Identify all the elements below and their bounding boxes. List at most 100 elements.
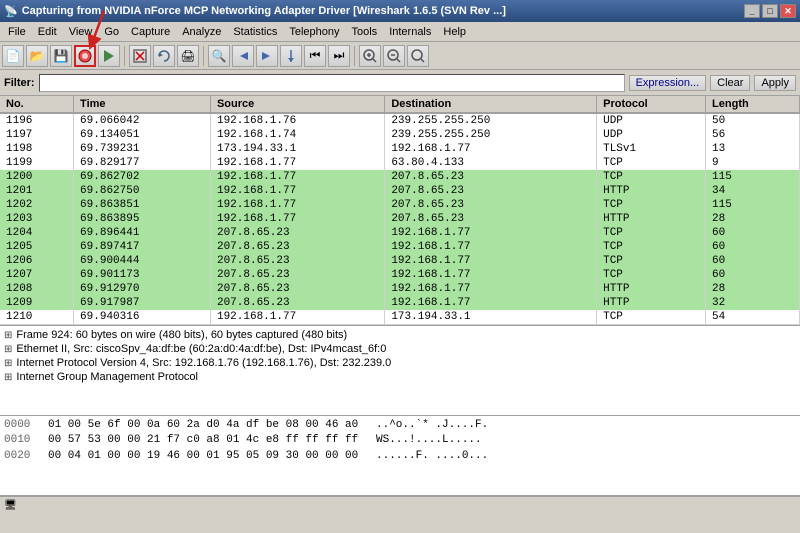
table-row[interactable]: 119669.066042192.168.1.76239.255.255.250… <box>0 113 800 128</box>
title-controls[interactable]: _ □ ✕ <box>744 4 796 18</box>
cell-source: 192.168.1.77 <box>210 212 384 226</box>
filter-label: Filter: <box>4 77 35 89</box>
expand-icon[interactable]: ⊞ <box>4 372 12 383</box>
cell-time: 69.829177 <box>74 156 211 170</box>
toolbar-close-file-btn[interactable] <box>129 45 151 67</box>
menu-analyze[interactable]: Analyze <box>176 24 227 40</box>
maximize-button[interactable]: □ <box>762 4 778 18</box>
menu-go[interactable]: Go <box>98 24 125 40</box>
toolbar-first-btn[interactable]: ⏮ <box>304 45 326 67</box>
col-no[interactable]: No. <box>0 96 74 113</box>
table-row[interactable]: 120169.862750192.168.1.77207.8.65.23HTTP… <box>0 184 800 198</box>
table-row[interactable]: 119969.829177192.168.1.7763.80.4.133TCP9 <box>0 156 800 170</box>
cell-length: 54 <box>706 310 800 324</box>
toolbar-fwd-btn[interactable] <box>256 45 278 67</box>
cell-time: 69.862750 <box>74 184 211 198</box>
cell-destination: 207.8.65.23 <box>385 170 597 184</box>
cell-protocol: TCP <box>597 198 706 212</box>
toolbar-zoom-fit-btn[interactable] <box>407 45 429 67</box>
forward-icon <box>260 49 274 63</box>
menu-statistics[interactable]: Statistics <box>227 24 283 40</box>
filter-clear-button[interactable]: Clear <box>710 75 750 91</box>
cell-protocol: TCP <box>597 226 706 240</box>
cell-time: 69.896441 <box>74 226 211 240</box>
menu-help[interactable]: Help <box>437 24 472 40</box>
detail-row[interactable]: ⊞Frame 924: 60 bytes on wire (480 bits),… <box>2 328 798 342</box>
expand-icon[interactable]: ⊞ <box>4 358 12 369</box>
minimize-button[interactable]: _ <box>744 4 760 18</box>
cell-protocol: HTTP <box>597 282 706 296</box>
toolbar-print-btn[interactable]: 🖨 <box>177 45 199 67</box>
expand-icon[interactable]: ⊞ <box>4 330 12 341</box>
toolbar-start-capture-btn[interactable] <box>98 45 120 67</box>
table-row[interactable]: 120069.862702192.168.1.77207.8.65.23TCP1… <box>0 170 800 184</box>
table-row[interactable]: 120669.900444207.8.65.23192.168.1.77TCP6… <box>0 254 800 268</box>
toolbar-last-btn[interactable]: ⏭ <box>328 45 350 67</box>
table-row[interactable]: 121069.940316192.168.1.77173.194.33.1TCP… <box>0 310 800 324</box>
table-row[interactable]: 120869.912970207.8.65.23192.168.1.77HTTP… <box>0 282 800 296</box>
cell-destination: 207.8.65.23 <box>385 198 597 212</box>
cell-no: 1197 <box>0 128 74 142</box>
table-row[interactable]: 120269.863851192.168.1.77207.8.65.23TCP1… <box>0 198 800 212</box>
packet-table-container[interactable]: No. Time Source Destination Protocol Len… <box>0 96 800 326</box>
close-button[interactable]: ✕ <box>780 4 796 18</box>
cell-protocol: TCP <box>597 310 706 324</box>
toolbar-capture-opts-btn[interactable] <box>74 45 96 67</box>
hex-bytes: 00 57 53 00 00 21 f7 c0 a8 01 4c e8 ff f… <box>48 433 368 448</box>
toolbar-zoom-in-btn[interactable] <box>359 45 381 67</box>
cell-source: 207.8.65.23 <box>210 296 384 310</box>
toolbar-sep2 <box>203 46 204 66</box>
toolbar-find-btn[interactable]: 🔍 <box>208 45 230 67</box>
filter-input[interactable] <box>39 74 625 92</box>
detail-row[interactable]: ⊞Internet Protocol Version 4, Src: 192.1… <box>2 356 798 370</box>
table-row[interactable]: 120369.863895192.168.1.77207.8.65.23HTTP… <box>0 212 800 226</box>
status-text: 🖥 <box>4 500 17 511</box>
cell-destination: 192.168.1.77 <box>385 254 597 268</box>
menu-file[interactable]: File <box>2 24 32 40</box>
table-row[interactable]: 120769.901173207.8.65.23192.168.1.77TCP6… <box>0 268 800 282</box>
menu-view[interactable]: View <box>63 24 99 40</box>
toolbar-goto-btn[interactable] <box>280 45 302 67</box>
table-row[interactable]: 120969.917987207.8.65.23192.168.1.77HTTP… <box>0 296 800 310</box>
cell-length: 60 <box>706 240 800 254</box>
toolbar-zoom-out-btn[interactable] <box>383 45 405 67</box>
col-time[interactable]: Time <box>74 96 211 113</box>
col-protocol[interactable]: Protocol <box>597 96 706 113</box>
toolbar-save-btn[interactable]: 💾 <box>50 45 72 67</box>
cell-time: 69.901173 <box>74 268 211 282</box>
menu-tools[interactable]: Tools <box>346 24 384 40</box>
col-destination[interactable]: Destination <box>385 96 597 113</box>
table-row[interactable]: 120469.896441207.8.65.23192.168.1.77TCP6… <box>0 226 800 240</box>
menu-telephony[interactable]: Telephony <box>283 24 345 40</box>
menu-edit[interactable]: Edit <box>32 24 63 40</box>
menu-internals[interactable]: Internals <box>383 24 437 40</box>
filter-expression-button[interactable]: Expression... <box>629 75 707 91</box>
cell-length: 50 <box>706 113 800 128</box>
toolbar-open-btn[interactable]: 📂 <box>26 45 48 67</box>
detail-row[interactable]: ⊞Internet Group Management Protocol <box>2 370 798 384</box>
cell-destination: 207.8.65.23 <box>385 212 597 226</box>
hex-bytes: 01 00 5e 6f 00 0a 60 2a d0 4a df be 08 0… <box>48 418 368 433</box>
hex-ascii: WS...!....L..... <box>376 433 482 448</box>
detail-row[interactable]: ⊞Ethernet II, Src: ciscoSpv_4a:df:be (60… <box>2 342 798 356</box>
cell-destination: 63.80.4.133 <box>385 156 597 170</box>
cell-protocol: HTTP <box>597 212 706 226</box>
toolbar-reload-btn[interactable] <box>153 45 175 67</box>
toolbar-back-btn[interactable] <box>232 45 254 67</box>
expand-icon[interactable]: ⊞ <box>4 344 12 355</box>
cell-destination: 239.255.255.250 <box>385 128 597 142</box>
cell-no: 1198 <box>0 142 74 156</box>
table-row[interactable]: 119769.134051192.168.1.74239.255.255.250… <box>0 128 800 142</box>
cell-destination: 192.168.1.77 <box>385 240 597 254</box>
close-file-icon <box>133 49 147 63</box>
table-row[interactable]: 119869.739231173.194.33.1192.168.1.77TLS… <box>0 142 800 156</box>
filter-apply-button[interactable]: Apply <box>754 75 796 91</box>
col-source[interactable]: Source <box>210 96 384 113</box>
cell-protocol: UDP <box>597 128 706 142</box>
toolbar-new-btn[interactable]: 📄 <box>2 45 24 67</box>
menu-capture[interactable]: Capture <box>125 24 176 40</box>
hex-offset: 0020 <box>4 449 40 464</box>
menu-bar: File Edit View Go Capture Analyze Statis… <box>0 22 800 42</box>
table-row[interactable]: 120569.897417207.8.65.23192.168.1.77TCP6… <box>0 240 800 254</box>
col-length[interactable]: Length <box>706 96 800 113</box>
